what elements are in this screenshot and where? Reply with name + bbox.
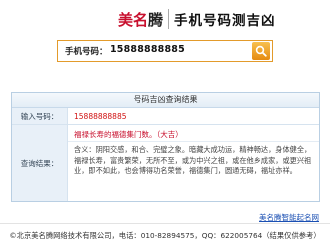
phone-number-label: 手机号码： xyxy=(65,47,108,57)
result-panel-title: 号码吉凶查询结果 xyxy=(12,93,319,108)
phone-number-input[interactable]: 15888888885 xyxy=(110,44,185,55)
result-headline: 福禄长寿的福德集门数。 xyxy=(74,130,157,139)
search-button[interactable] xyxy=(252,42,270,60)
input-number-row: 输入号码： 15888888885 xyxy=(12,108,319,125)
logo-brand-red: 美名 xyxy=(118,10,149,29)
result-panel: 号码吉凶查询结果 输入号码： 15888888885 查询结果： 福禄长寿的福德… xyxy=(11,92,320,202)
result-detail: 含义：阴阳交感，和合、完璧之象。暗藏大成功运，精神畅达，身体健全，福禄长寿，富贵… xyxy=(74,145,312,175)
query-result-row: 查询结果： 福禄长寿的福德集门数。（大吉） 含义：阴阳交感，和合、完璧之象。暗藏… xyxy=(12,125,319,201)
page-title: 手机号码测吉凶 xyxy=(174,13,276,29)
result-headline-line: 福禄长寿的福德集门数。（大吉） xyxy=(74,129,183,140)
input-number-label: 输入号码： xyxy=(12,108,68,124)
site-logo[interactable]: 美名 腾 手机号码测吉凶 xyxy=(118,8,276,30)
footer-copyright: ©北京美名腾网络技术有限公司，电话：010-82894575，QQ：622005… xyxy=(9,231,321,240)
naming-site-link[interactable]: 美名腾智能起名网 xyxy=(259,212,319,223)
result-divider xyxy=(68,141,319,142)
logo-divider xyxy=(168,9,170,29)
logo-brand-dark: 腾 xyxy=(148,10,164,29)
footer-divider xyxy=(0,223,330,224)
header: 美名 腾 手机号码测吉凶 手机号码： 15888888885 xyxy=(0,0,330,70)
result-verdict: （大吉） xyxy=(156,130,183,139)
phone-search-box: 手机号码： 15888888885 xyxy=(57,40,273,62)
input-number-value: 15888888885 xyxy=(74,112,127,121)
search-icon xyxy=(255,45,267,57)
query-result-label: 查询结果： xyxy=(12,125,68,201)
